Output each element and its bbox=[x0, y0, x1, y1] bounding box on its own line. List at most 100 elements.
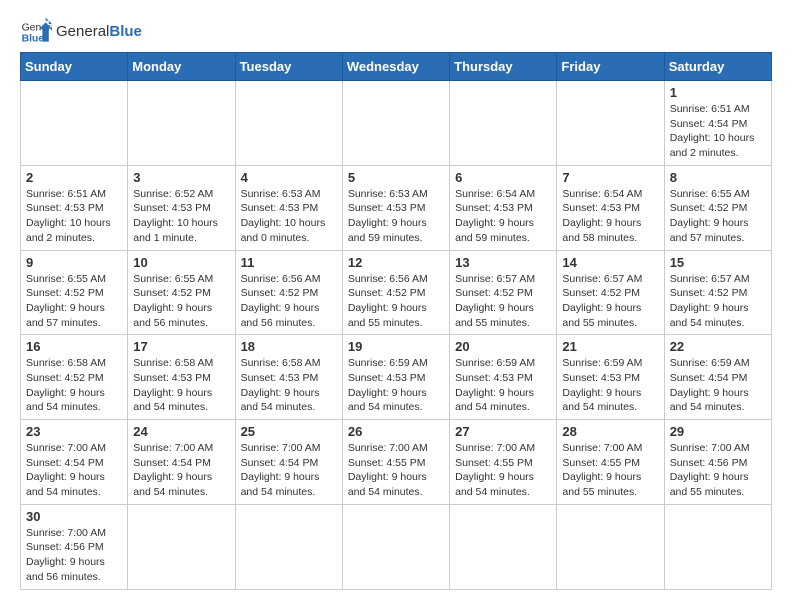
logo: General Blue GeneralBlue bbox=[20, 16, 142, 48]
day-number: 23 bbox=[26, 424, 122, 439]
calendar-cell: 29Sunrise: 7:00 AM Sunset: 4:56 PM Dayli… bbox=[664, 420, 771, 505]
page-header: General Blue GeneralBlue bbox=[20, 16, 772, 48]
calendar-cell: 11Sunrise: 6:56 AM Sunset: 4:52 PM Dayli… bbox=[235, 250, 342, 335]
calendar-cell: 26 Sunrise: 7:00 AM Sunset: 4:55 PM Dayli… bbox=[342, 420, 449, 505]
calendar-cell: 30 Sunrise: 7:00 AM Sunset: 4:56 PM Dayli… bbox=[21, 504, 128, 589]
weekday-header-thursday: Thursday bbox=[450, 53, 557, 81]
day-info: Sunrise: 6:59 AM Sunset: 4:54 PM Dayligh… bbox=[670, 356, 766, 415]
calendar-cell: 7 Sunrise: 6:54 AM Sunset: 4:53 PM Daylig… bbox=[557, 165, 664, 250]
day-info: Sunrise: 6:55 AM Sunset: 4:52 PM Dayligh… bbox=[133, 272, 229, 331]
weekday-header-sunday: Sunday bbox=[21, 53, 128, 81]
calendar-cell: 13Sunrise: 6:57 AM Sunset: 4:52 PM Dayli… bbox=[450, 250, 557, 335]
day-number: 18 bbox=[241, 339, 337, 354]
day-info: Sunrise: 6:55 AM Sunset: 4:52 PM Dayligh… bbox=[670, 187, 766, 246]
calendar-cell: 27 Sunrise: 7:00 AM Sunset: 4:55 PM Dayli… bbox=[450, 420, 557, 505]
calendar-week-row: 23 Sunrise: 7:00 AM Sunset: 4:54 PM Dayli… bbox=[21, 420, 772, 505]
logo-blue: Blue bbox=[109, 23, 142, 40]
calendar-cell: 28Sunrise: 7:00 AM Sunset: 4:55 PM Dayli… bbox=[557, 420, 664, 505]
weekday-header-wednesday: Wednesday bbox=[342, 53, 449, 81]
day-info: Sunrise: 6:57 AM Sunset: 4:52 PM Dayligh… bbox=[670, 272, 766, 331]
day-info: Sunrise: 6:54 AM Sunset: 4:53 PM Dayligh… bbox=[562, 187, 658, 246]
calendar-cell: 6 Sunrise: 6:54 AM Sunset: 4:53 PM Daylig… bbox=[450, 165, 557, 250]
calendar-cell: 20Sunrise: 6:59 AM Sunset: 4:53 PM Dayli… bbox=[450, 335, 557, 420]
day-info: Sunrise: 7:00 AM Sunset: 4:54 PM Dayligh… bbox=[241, 441, 337, 500]
day-info: Sunrise: 7:00 AM Sunset: 4:55 PM Dayligh… bbox=[455, 441, 551, 500]
day-number: 14 bbox=[562, 255, 658, 270]
calendar-table: SundayMondayTuesdayWednesdayThursdayFrid… bbox=[20, 52, 772, 590]
calendar-cell: 18Sunrise: 6:58 AM Sunset: 4:53 PM Dayli… bbox=[235, 335, 342, 420]
calendar-cell bbox=[21, 81, 128, 166]
calendar-cell: 1 Sunrise: 6:51 AM Sunset: 4:54 PM Daylig… bbox=[664, 81, 771, 166]
calendar-cell: 25 Sunrise: 7:00 AM Sunset: 4:54 PM Dayli… bbox=[235, 420, 342, 505]
calendar-week-row: 2 Sunrise: 6:51 AM Sunset: 4:53 PM Daylig… bbox=[21, 165, 772, 250]
calendar-cell: 19Sunrise: 6:59 AM Sunset: 4:53 PM Dayli… bbox=[342, 335, 449, 420]
calendar-cell: 21Sunrise: 6:59 AM Sunset: 4:53 PM Dayli… bbox=[557, 335, 664, 420]
day-info: Sunrise: 6:51 AM Sunset: 4:54 PM Dayligh… bbox=[670, 102, 766, 161]
calendar-cell: 8 Sunrise: 6:55 AM Sunset: 4:52 PM Daylig… bbox=[664, 165, 771, 250]
day-number: 17 bbox=[133, 339, 229, 354]
day-number: 7 bbox=[562, 170, 658, 185]
day-number: 1 bbox=[670, 85, 766, 100]
day-number: 11 bbox=[241, 255, 337, 270]
day-number: 30 bbox=[26, 509, 122, 524]
day-info: Sunrise: 6:54 AM Sunset: 4:53 PM Dayligh… bbox=[455, 187, 551, 246]
calendar-cell bbox=[128, 504, 235, 589]
day-info: Sunrise: 6:58 AM Sunset: 4:53 PM Dayligh… bbox=[133, 356, 229, 415]
day-number: 2 bbox=[26, 170, 122, 185]
day-number: 6 bbox=[455, 170, 551, 185]
calendar-cell bbox=[235, 504, 342, 589]
calendar-cell bbox=[664, 504, 771, 589]
day-number: 25 bbox=[241, 424, 337, 439]
day-number: 5 bbox=[348, 170, 444, 185]
calendar-week-row: 1 Sunrise: 6:51 AM Sunset: 4:54 PM Daylig… bbox=[21, 81, 772, 166]
day-number: 12 bbox=[348, 255, 444, 270]
day-info: Sunrise: 6:56 AM Sunset: 4:52 PM Dayligh… bbox=[348, 272, 444, 331]
day-info: Sunrise: 6:53 AM Sunset: 4:53 PM Dayligh… bbox=[348, 187, 444, 246]
day-number: 29 bbox=[670, 424, 766, 439]
day-info: Sunrise: 6:58 AM Sunset: 4:52 PM Dayligh… bbox=[26, 356, 122, 415]
calendar-cell bbox=[557, 504, 664, 589]
day-info: Sunrise: 6:52 AM Sunset: 4:53 PM Dayligh… bbox=[133, 187, 229, 246]
calendar-cell bbox=[450, 504, 557, 589]
day-number: 15 bbox=[670, 255, 766, 270]
day-number: 28 bbox=[562, 424, 658, 439]
day-info: Sunrise: 6:51 AM Sunset: 4:53 PM Dayligh… bbox=[26, 187, 122, 246]
logo-icon: General Blue bbox=[20, 16, 52, 48]
svg-text:Blue: Blue bbox=[22, 34, 45, 45]
day-info: Sunrise: 6:59 AM Sunset: 4:53 PM Dayligh… bbox=[562, 356, 658, 415]
calendar-cell: 17 Sunrise: 6:58 AM Sunset: 4:53 PM Dayli… bbox=[128, 335, 235, 420]
day-info: Sunrise: 6:55 AM Sunset: 4:52 PM Dayligh… bbox=[26, 272, 122, 331]
calendar-cell bbox=[450, 81, 557, 166]
calendar-cell bbox=[557, 81, 664, 166]
calendar-cell: 15 Sunrise: 6:57 AM Sunset: 4:52 PM Dayli… bbox=[664, 250, 771, 335]
calendar-cell bbox=[235, 81, 342, 166]
calendar-cell: 9 Sunrise: 6:55 AM Sunset: 4:52 PM Daylig… bbox=[21, 250, 128, 335]
weekday-header-tuesday: Tuesday bbox=[235, 53, 342, 81]
calendar-cell bbox=[342, 81, 449, 166]
day-number: 3 bbox=[133, 170, 229, 185]
calendar-cell: 24Sunrise: 7:00 AM Sunset: 4:54 PM Dayli… bbox=[128, 420, 235, 505]
calendar-cell: 22 Sunrise: 6:59 AM Sunset: 4:54 PM Dayli… bbox=[664, 335, 771, 420]
day-info: Sunrise: 6:59 AM Sunset: 4:53 PM Dayligh… bbox=[455, 356, 551, 415]
day-info: Sunrise: 7:00 AM Sunset: 4:55 PM Dayligh… bbox=[348, 441, 444, 500]
calendar-cell: 16Sunrise: 6:58 AM Sunset: 4:52 PM Dayli… bbox=[21, 335, 128, 420]
day-info: Sunrise: 6:57 AM Sunset: 4:52 PM Dayligh… bbox=[562, 272, 658, 331]
calendar-cell bbox=[128, 81, 235, 166]
calendar-week-row: 30 Sunrise: 7:00 AM Sunset: 4:56 PM Dayli… bbox=[21, 504, 772, 589]
day-info: Sunrise: 7:00 AM Sunset: 4:54 PM Dayligh… bbox=[133, 441, 229, 500]
weekday-header-monday: Monday bbox=[128, 53, 235, 81]
day-info: Sunrise: 6:53 AM Sunset: 4:53 PM Dayligh… bbox=[241, 187, 337, 246]
calendar-cell: 10 Sunrise: 6:55 AM Sunset: 4:52 PM Dayli… bbox=[128, 250, 235, 335]
day-number: 4 bbox=[241, 170, 337, 185]
day-number: 26 bbox=[348, 424, 444, 439]
calendar-week-row: 9 Sunrise: 6:55 AM Sunset: 4:52 PM Daylig… bbox=[21, 250, 772, 335]
day-number: 22 bbox=[670, 339, 766, 354]
day-number: 27 bbox=[455, 424, 551, 439]
calendar-cell: 4 Sunrise: 6:53 AM Sunset: 4:53 PM Daylig… bbox=[235, 165, 342, 250]
day-info: Sunrise: 7:00 AM Sunset: 4:56 PM Dayligh… bbox=[26, 526, 122, 585]
day-number: 10 bbox=[133, 255, 229, 270]
day-number: 8 bbox=[670, 170, 766, 185]
weekday-header-row: SundayMondayTuesdayWednesdayThursdayFrid… bbox=[21, 53, 772, 81]
day-info: Sunrise: 6:57 AM Sunset: 4:52 PM Dayligh… bbox=[455, 272, 551, 331]
day-number: 9 bbox=[26, 255, 122, 270]
